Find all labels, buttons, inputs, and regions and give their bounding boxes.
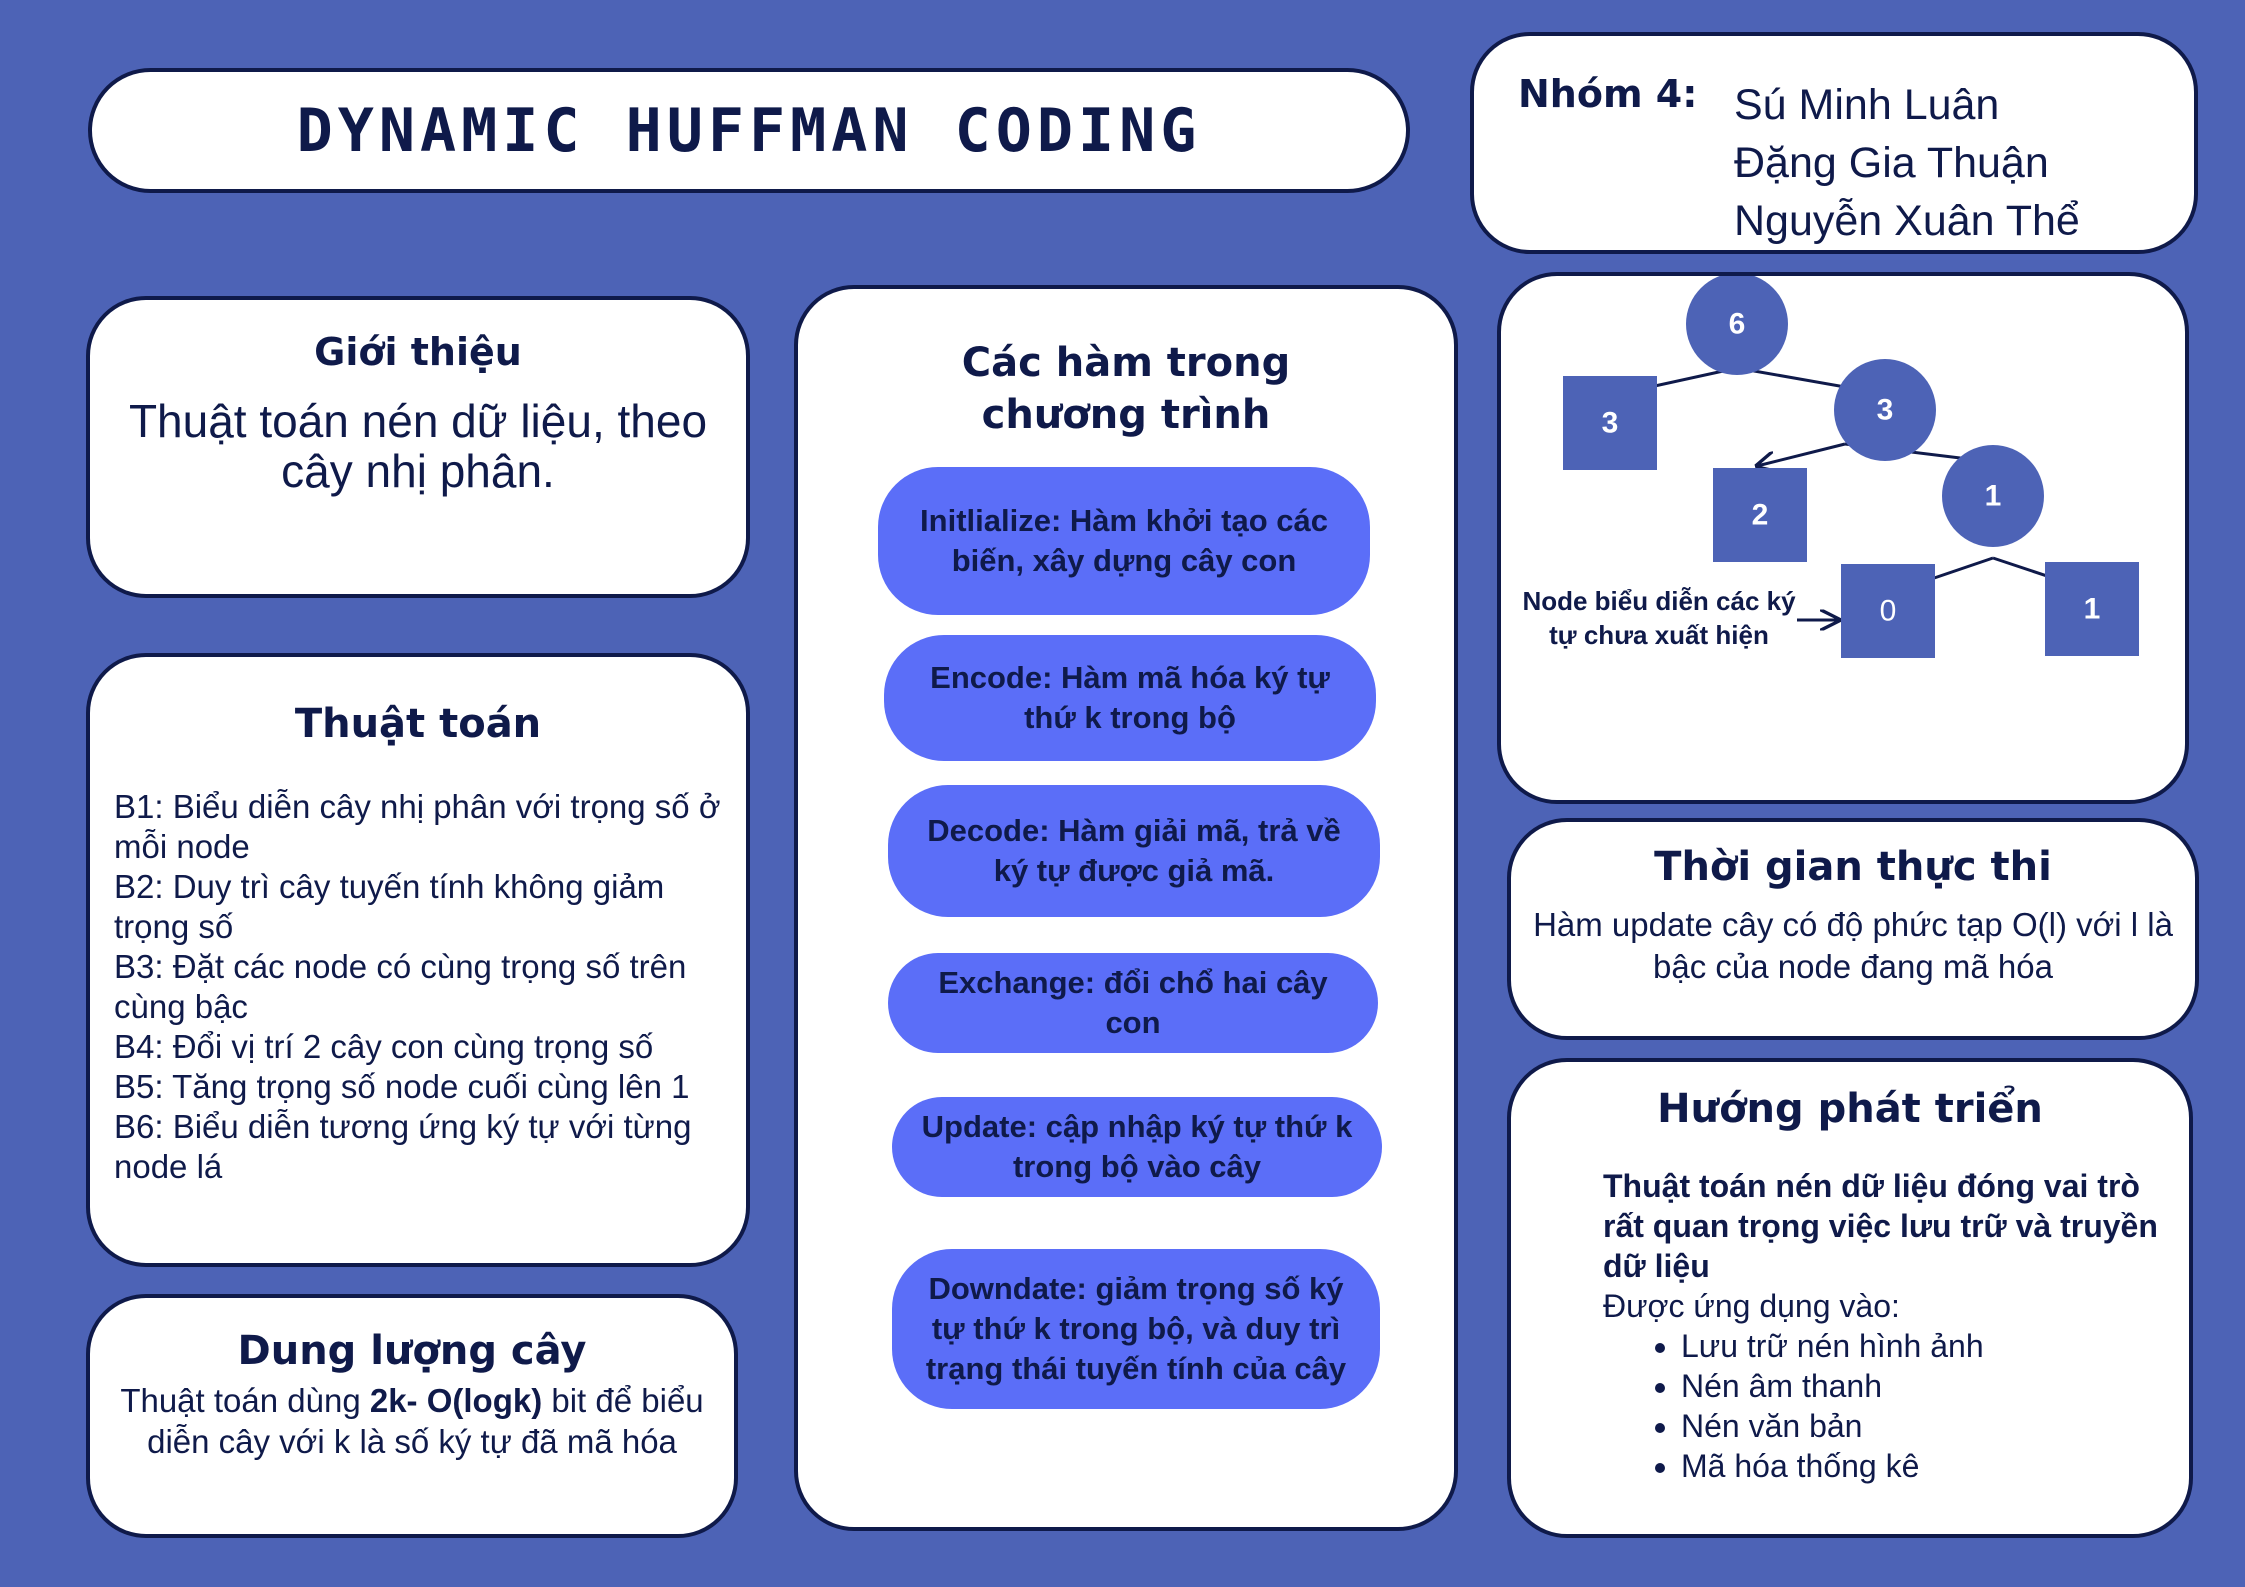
annotation-line: Node biểu diễn các ký	[1522, 586, 1796, 616]
page-title: DYNAMIC HUFFMAN CODING	[296, 95, 1202, 166]
tree-node-label: 1	[1985, 480, 2002, 513]
function-pill-update: Update: cập nhập ký tự thứ k trong bộ và…	[892, 1097, 1382, 1197]
list-item: Lưu trữ nén hình ảnh	[1681, 1326, 2189, 1366]
list-item: Nén âm thanh	[1681, 1366, 2189, 1406]
annotation-line: tự chưa xuất hiện	[1549, 620, 1769, 650]
tree-node-label: 2	[1752, 499, 1769, 532]
algorithm-step: B5: Tăng trọng số node cuối cùng lên 1	[114, 1068, 690, 1105]
functions-heading: Các hàm trong chương trình	[961, 340, 1291, 438]
huffman-tree-diagram: 6 3 3 2 1 0 1 Node biểu diễn các ký tự c…	[1522, 276, 2139, 658]
capacity-text: Thuật toán dùng 2k- O(logk) bit để biểu …	[120, 1380, 704, 1462]
capacity-card: Dung lượng cây Thuật toán dùng 2k- O(log…	[86, 1294, 738, 1538]
tree-node-label: 3	[1602, 407, 1619, 440]
tree-edge	[1757, 442, 1846, 466]
function-pill-exchange: Exchange: đổi chổ hai cây con	[888, 953, 1378, 1053]
runtime-text: Hàm update cây có độ phức tạp O(l) với l…	[1533, 906, 2173, 985]
runtime-heading: Thời gian thực thi	[1654, 844, 2052, 890]
title-card: DYNAMIC HUFFMAN CODING	[88, 68, 1410, 193]
algorithm-card: Thuật toán B1: Biểu diễn cây nhị phân vớ…	[86, 653, 750, 1267]
capacity-text-bold: 2k- O(logk)	[369, 1382, 543, 1419]
functions-card: Các hàm trong chương trình Initlialize: …	[794, 285, 1458, 1531]
function-pill-downdate: Downdate: giảm trọng số ký tự thứ k tron…	[892, 1249, 1380, 1409]
member-name: Nguyễn Xuân Thể	[1734, 197, 2080, 245]
member-name: Đặng Gia Thuận	[1734, 139, 2049, 187]
group-label: Nhóm 4:	[1518, 72, 1698, 116]
group-members: Sú Minh Luân Đặng Gia Thuận Nguyễn Xuân …	[1734, 76, 2080, 250]
function-pill-decode: Decode: Hàm giải mã, trả về ký tự được g…	[888, 785, 1380, 917]
algorithm-step: B4: Đổi vị trí 2 cây con cùng trọng số	[114, 1028, 654, 1065]
intro-text: Thuật toán nén dữ liệu, theo cây nhị phâ…	[128, 395, 708, 497]
capacity-heading: Dung lượng cây	[237, 1328, 587, 1374]
function-pill-encode: Encode: Hàm mã hóa ký tự thứ k trong bộ	[884, 635, 1376, 761]
group-card: Nhóm 4: Sú Minh Luân Đặng Gia Thuận Nguy…	[1470, 32, 2198, 254]
function-pill-initialize: Initlialize: Hàm khởi tạo các biến, xây …	[878, 467, 1370, 615]
algorithm-step: B3: Đặt các node có cùng trọng số trên c…	[114, 948, 687, 1025]
tree-node-label: 3	[1877, 394, 1894, 427]
tree-node-label: 0	[1880, 595, 1897, 628]
development-bold-text: Thuật toán nén dữ liệu đóng vai trò rất …	[1603, 1168, 2158, 1284]
development-intro: Được ứng dụng vào:	[1603, 1288, 1900, 1324]
intro-card: Giới thiệu Thuật toán nén dữ liệu, theo …	[86, 296, 750, 598]
algorithm-heading: Thuật toán	[294, 701, 542, 747]
algorithm-step: B2: Duy trì cây tuyến tính không giảm tr…	[114, 868, 665, 945]
algorithm-steps: B1: Biểu diễn cây nhị phân với trọng số …	[114, 787, 726, 1187]
capacity-text-before: Thuật toán dùng	[120, 1382, 370, 1419]
development-list: Lưu trữ nén hình ảnh Nén âm thanh Nén vă…	[1651, 1326, 2189, 1486]
tree-card: 6 3 3 2 1 0 1 Node biểu diễn các ký tự c…	[1497, 272, 2189, 804]
tree-node-label: 6	[1729, 308, 1746, 341]
tree-node-label: 1	[2084, 593, 2101, 626]
member-name: Sú Minh Luân	[1734, 81, 2000, 129]
list-item: Nén văn bản	[1681, 1406, 2189, 1446]
list-item: Mã hóa thống kê	[1681, 1446, 2189, 1486]
runtime-card: Thời gian thực thi Hàm update cây có độ …	[1507, 818, 2199, 1040]
intro-heading: Giới thiệu	[314, 330, 522, 374]
algorithm-step: B1: Biểu diễn cây nhị phân với trọng số …	[114, 788, 721, 865]
algorithm-step: B6: Biểu diễn tương ứng ký tự với từng n…	[114, 1108, 692, 1185]
development-card: Hướng phát triển Thuật toán nén dữ liệu …	[1507, 1058, 2193, 1538]
development-heading: Hướng phát triển	[1657, 1086, 2043, 1132]
